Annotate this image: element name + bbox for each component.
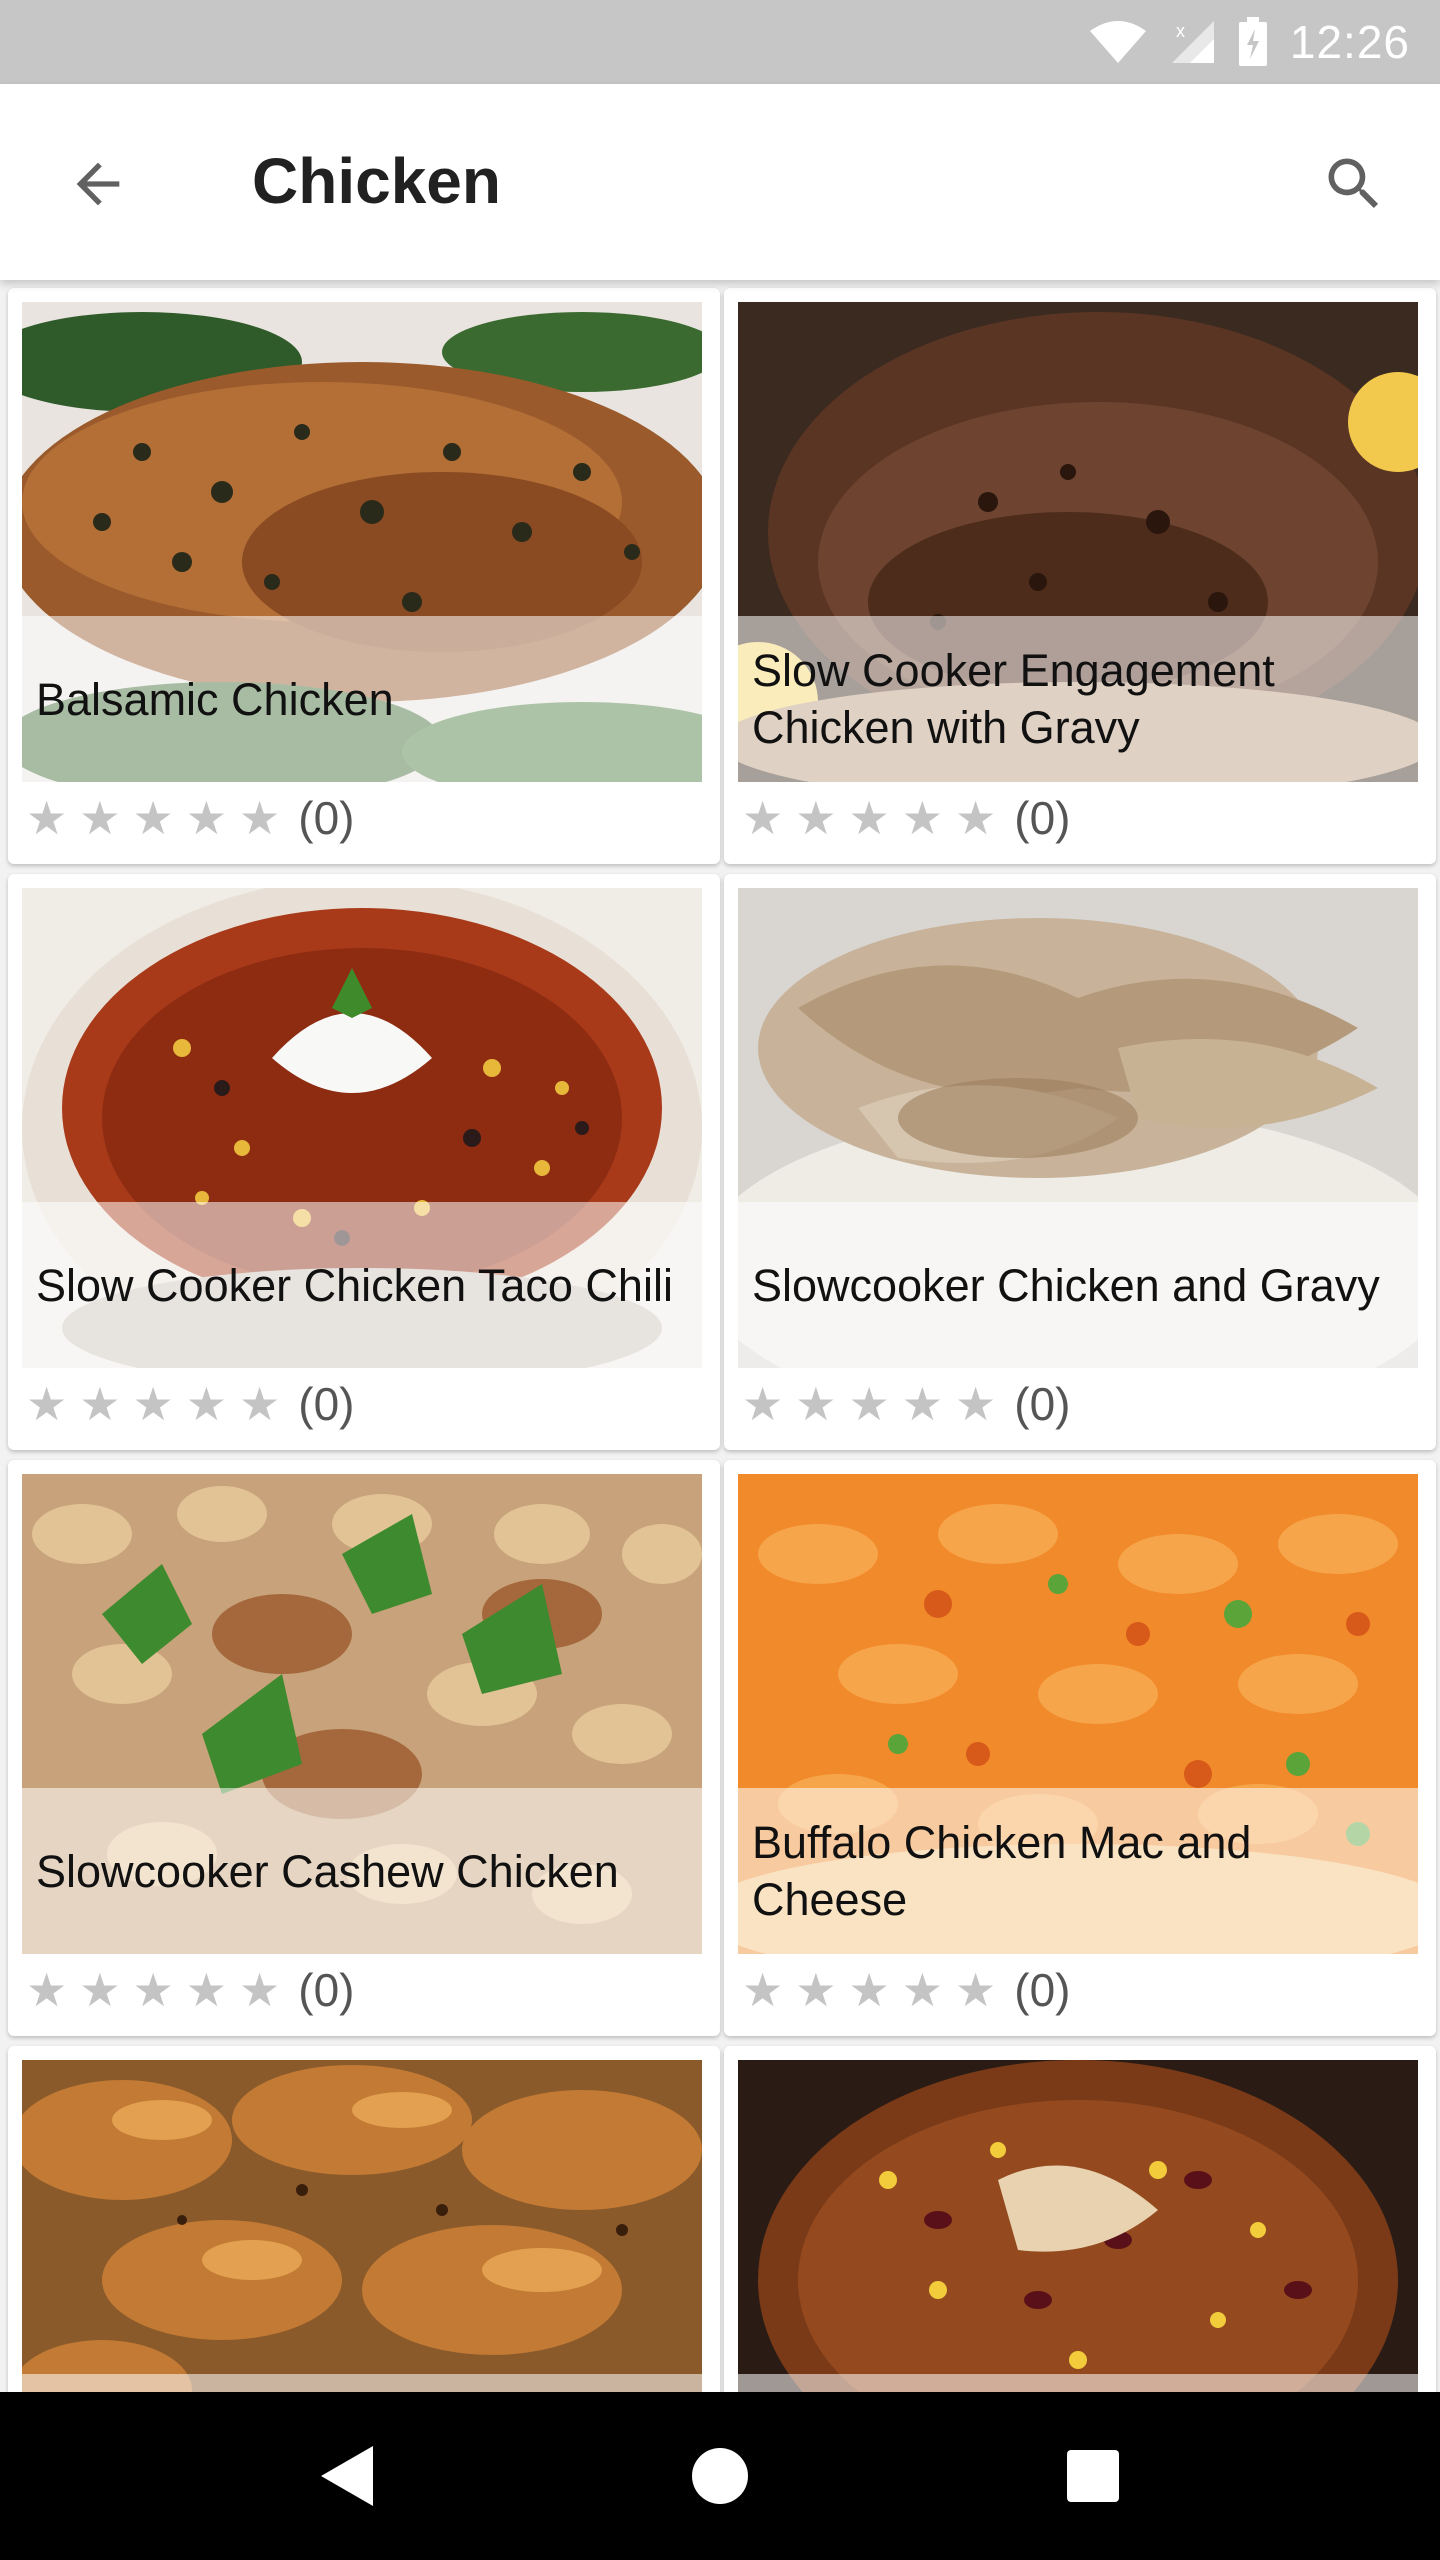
signal-icon: x (1170, 19, 1216, 65)
recipe-photo: Balsamic Chicken (22, 302, 702, 782)
star-rating: ★ ★ ★ ★ ★ (0) (742, 788, 1070, 848)
rating-count: (0) (298, 1378, 355, 1430)
recipe-photo: Slow Cooker Chicken Taco Chili (22, 888, 702, 1368)
star-icon: ★ (26, 1964, 68, 2016)
svg-text:x: x (1176, 21, 1185, 41)
recipe-photo: Slowcooker Cashew Chicken (22, 1474, 702, 1954)
recipe-title-overlay: Balsamic Chicken (22, 616, 702, 782)
star-icon: ★ (955, 792, 997, 844)
recipe-title-overlay: Buffalo Chicken Mac and Cheese (738, 1788, 1418, 1954)
recipe-title-overlay: Slowcooker Chicken and Gravy (738, 1202, 1418, 1368)
nav-back-button[interactable] (287, 2416, 407, 2536)
star-rating: ★ ★ ★ ★ ★ (0) (742, 1960, 1070, 2020)
recipe-grid: Balsamic Chicken ★ ★ ★ ★ ★ (0) Slow Cook… (0, 280, 1440, 2392)
star-icon: ★ (955, 1964, 997, 2016)
recipe-photo: Slow Cooker Engagement Chicken with Grav… (738, 302, 1418, 782)
status-bar: x 12:26 (0, 0, 1440, 84)
arrow-back-icon (76, 162, 120, 206)
rating-count: (0) (298, 1964, 355, 2016)
recipe-title-overlay: Slow Cooker Chicken Taco Chili (22, 1202, 702, 1368)
star-icon: ★ (132, 1964, 174, 2016)
star-icon: ★ (26, 1378, 68, 1430)
star-icon: ★ (901, 1964, 943, 2016)
battery-icon (1238, 17, 1268, 67)
page-title: Chicken (252, 145, 501, 217)
nav-recents-button[interactable] (1033, 2416, 1153, 2536)
star-icon: ★ (185, 792, 227, 844)
star-icon: ★ (239, 1964, 281, 2016)
recipe-card[interactable]: Slowcooker Cashew Chicken ★ ★ ★ ★ ★ (0) (8, 1460, 720, 2036)
star-icon: ★ (239, 792, 281, 844)
status-time: 12:26 (1289, 16, 1410, 68)
star-rating: ★ ★ ★ ★ ★ (0) (26, 1960, 354, 2020)
star-icon: ★ (79, 1378, 121, 1430)
star-icon: ★ (79, 792, 121, 844)
star-icon: ★ (185, 1964, 227, 2016)
recipe-photo (22, 2060, 702, 2392)
star-icon: ★ (79, 1964, 121, 2016)
star-rating: ★ ★ ★ ★ ★ (0) (742, 1374, 1070, 1434)
recipe-card[interactable] (8, 2046, 720, 2392)
recipe-title: Slow Cooker Chicken Taco Chili (36, 1259, 673, 1311)
recipe-title-overlay (738, 2374, 1418, 2392)
app-bar: Chicken (0, 84, 1440, 280)
star-icon: ★ (795, 792, 837, 844)
recipe-title-overlay: Slow Cooker Engagement Chicken with Grav… (738, 616, 1418, 782)
search-button[interactable] (1312, 142, 1396, 226)
back-button[interactable] (56, 142, 140, 226)
rating-count: (0) (1014, 792, 1071, 844)
recipe-card[interactable]: Slow Cooker Engagement Chicken with Grav… (724, 288, 1436, 864)
star-icon: ★ (742, 1378, 784, 1430)
recipe-card[interactable]: Buffalo Chicken Mac and Cheese ★ ★ ★ ★ ★… (724, 1460, 1436, 2036)
recipe-card[interactable]: Slow Cooker Chicken Taco Chili ★ ★ ★ ★ ★… (8, 874, 720, 1450)
recipe-photo: Buffalo Chicken Mac and Cheese (738, 1474, 1418, 1954)
recipe-title: Slowcooker Cashew Chicken (36, 1845, 619, 1897)
star-icon: ★ (848, 1964, 890, 2016)
search-icon (1328, 158, 1379, 209)
rating-count: (0) (298, 792, 355, 844)
recipe-photo (738, 2060, 1418, 2392)
star-rating: ★ ★ ★ ★ ★ (0) (26, 788, 354, 848)
star-icon: ★ (955, 1378, 997, 1430)
recents-square-icon (1067, 2450, 1120, 2502)
star-icon: ★ (239, 1378, 281, 1430)
star-icon: ★ (848, 792, 890, 844)
back-triangle-icon (320, 2446, 373, 2506)
home-circle-icon (691, 2448, 748, 2504)
recipe-card[interactable]: Balsamic Chicken ★ ★ ★ ★ ★ (0) (8, 288, 720, 864)
star-icon: ★ (742, 792, 784, 844)
star-rating: ★ ★ ★ ★ ★ (0) (26, 1374, 354, 1434)
star-icon: ★ (132, 792, 174, 844)
nav-home-button[interactable] (660, 2416, 780, 2536)
recipe-title: Slowcooker Chicken and Gravy (752, 1259, 1380, 1311)
wifi-icon (1088, 19, 1148, 65)
recipe-card[interactable]: Slowcooker Chicken and Gravy ★ ★ ★ ★ ★ (… (724, 874, 1436, 1450)
star-icon: ★ (848, 1378, 890, 1430)
recipe-title-overlay: Slowcooker Cashew Chicken (22, 1788, 702, 1954)
star-icon: ★ (132, 1378, 174, 1430)
star-icon: ★ (185, 1378, 227, 1430)
star-icon: ★ (26, 792, 68, 844)
rating-count: (0) (1014, 1964, 1071, 2016)
rating-count: (0) (1014, 1378, 1071, 1430)
system-nav-bar (0, 2392, 1440, 2560)
recipe-photo: Slowcooker Chicken and Gravy (738, 888, 1418, 1368)
recipe-card[interactable] (724, 2046, 1436, 2392)
recipe-title: Slow Cooker Engagement Chicken with Grav… (752, 645, 1275, 753)
star-icon: ★ (901, 792, 943, 844)
recipe-title: Buffalo Chicken Mac and Cheese (752, 1817, 1252, 1925)
star-icon: ★ (795, 1378, 837, 1430)
recipe-title: Balsamic Chicken (36, 673, 394, 725)
star-icon: ★ (742, 1964, 784, 2016)
star-icon: ★ (901, 1378, 943, 1430)
recipe-title-overlay (22, 2374, 702, 2392)
star-icon: ★ (795, 1964, 837, 2016)
